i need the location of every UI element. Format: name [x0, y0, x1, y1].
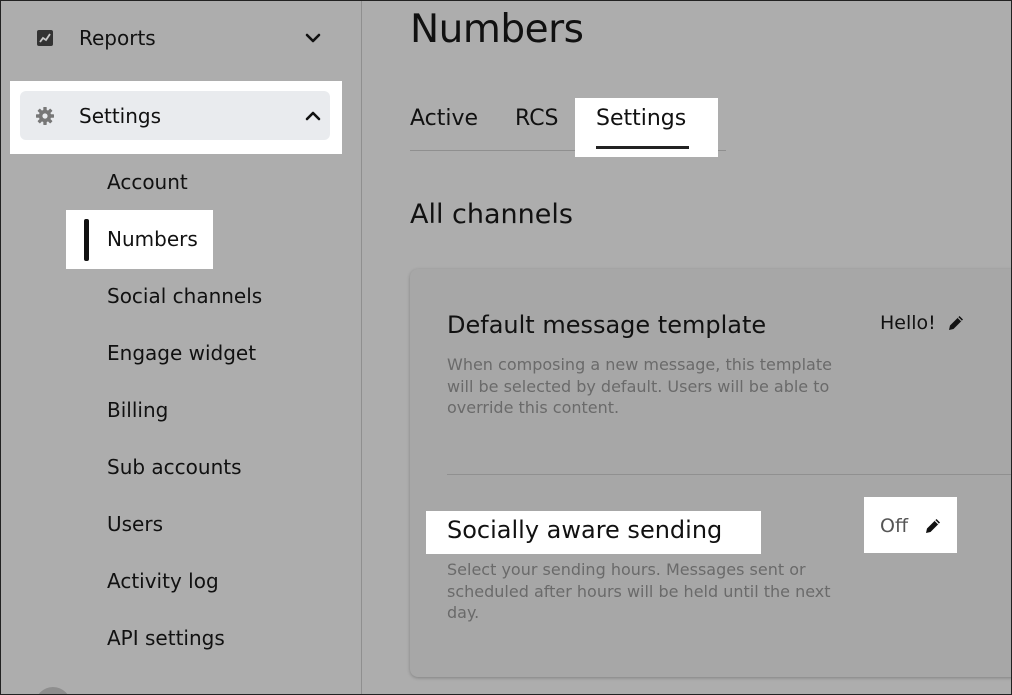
- sidebar-item-account[interactable]: Account: [107, 170, 188, 194]
- avatar[interactable]: [35, 687, 71, 694]
- gear-icon: [35, 106, 55, 126]
- sidebar-item-billing[interactable]: Billing: [107, 398, 168, 422]
- tab-selected-underline: [596, 146, 689, 149]
- section-title: All channels: [410, 199, 573, 230]
- tab-rcs[interactable]: RCS: [515, 106, 559, 131]
- sidebar: Reports Settings Account Numbers Social …: [1, 1, 362, 694]
- setting-description-default-template: When composing a new message, this templ…: [447, 355, 832, 417]
- chart-icon: [35, 28, 55, 48]
- sidebar-item-social-channels[interactable]: Social channels: [107, 284, 262, 308]
- sidebar-item-settings[interactable]: Settings: [21, 87, 331, 145]
- setting-title-socially-aware: Socially aware sending: [447, 516, 723, 544]
- sidebar-item-users[interactable]: Users: [107, 512, 163, 536]
- sidebar-item-api-settings[interactable]: API settings: [107, 626, 225, 650]
- sidebar-item-reports[interactable]: Reports: [21, 9, 331, 67]
- chevron-up-icon[interactable]: [303, 106, 323, 126]
- settings-divider: [447, 474, 1011, 475]
- off-value-highlight: [864, 497, 957, 553]
- active-indicator: [84, 219, 89, 261]
- sidebar-item-activity-log[interactable]: Activity log: [107, 569, 219, 593]
- tab-active[interactable]: Active: [410, 106, 478, 131]
- chevron-down-icon[interactable]: [303, 28, 323, 48]
- setting-title-default-template: Default message template: [447, 311, 767, 339]
- sidebar-item-label: Reports: [79, 26, 156, 50]
- sidebar-item-label: Settings: [79, 104, 162, 128]
- socially-aware-value: Off: [880, 515, 909, 537]
- page-title: Numbers: [410, 7, 584, 52]
- default-template-value: Hello!: [880, 312, 936, 334]
- sidebar-item-numbers[interactable]: Numbers: [107, 227, 198, 251]
- tab-settings[interactable]: Settings: [596, 106, 686, 131]
- pencil-icon[interactable]: [947, 314, 965, 332]
- pencil-icon[interactable]: [924, 517, 942, 535]
- setting-description-socially-aware: Select your sending hours. Messages sent…: [447, 560, 831, 622]
- app-window: Reports Settings Account Numbers Social …: [0, 0, 1012, 695]
- sidebar-item-engage-widget[interactable]: Engage widget: [107, 341, 256, 365]
- sidebar-item-sub-accounts[interactable]: Sub accounts: [107, 455, 242, 479]
